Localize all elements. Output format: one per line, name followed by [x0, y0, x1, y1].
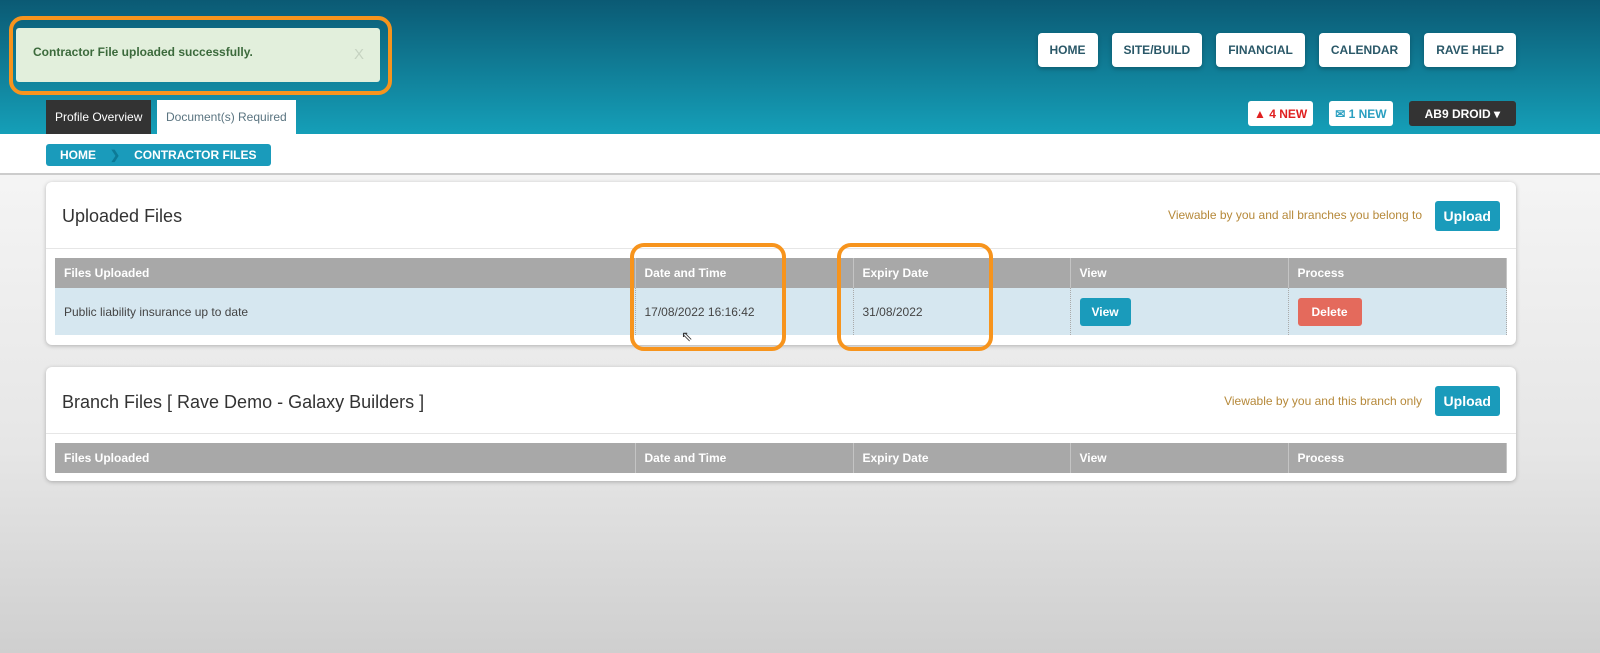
- alert-message: Contractor File uploaded successfully.: [33, 45, 253, 59]
- col-expiry: Expiry Date: [853, 258, 1071, 288]
- breadcrumb-bar: HOME ❯ CONTRACTOR FILES: [0, 134, 1600, 175]
- uploaded-files-card: Uploaded Files Viewable by you and all b…: [46, 182, 1516, 345]
- alerts-badge[interactable]: ▲ 4 NEW: [1247, 101, 1314, 126]
- branch-files-table: Files Uploaded Date and Time Expiry Date…: [55, 443, 1507, 473]
- table-row: Public liability insurance up to date 17…: [55, 288, 1507, 335]
- caret-down-icon: ▾: [1490, 107, 1500, 121]
- card-title: Uploaded Files: [62, 206, 183, 226]
- view-button[interactable]: View: [1079, 297, 1131, 326]
- user-menu[interactable]: AB9 DROID ▾: [1408, 101, 1516, 126]
- tab-documents-required[interactable]: Document(s) Required: [157, 100, 296, 134]
- main-nav: HOME SITE/BUILD FINANCIAL CALENDAR RAVE …: [1037, 33, 1516, 67]
- upload-button[interactable]: Upload: [1434, 201, 1500, 231]
- nav-home[interactable]: HOME: [1037, 33, 1098, 67]
- upload-button[interactable]: Upload: [1434, 386, 1500, 416]
- divider: [46, 433, 1516, 434]
- col-date: Date and Time: [635, 258, 854, 288]
- file-name: Public liability insurance up to date: [55, 288, 636, 335]
- breadcrumb-contractor-files[interactable]: CONTRACTOR FILES: [120, 148, 270, 162]
- col-files: Files Uploaded: [55, 258, 636, 288]
- col-process: Process: [1288, 443, 1507, 473]
- breadcrumb-home[interactable]: HOME: [46, 148, 110, 162]
- col-process: Process: [1288, 258, 1507, 288]
- chevron-right-icon: ❯: [110, 148, 121, 162]
- col-date: Date and Time: [635, 443, 854, 473]
- delete-button[interactable]: Delete: [1297, 297, 1362, 326]
- nav-financial[interactable]: FINANCIAL: [1216, 33, 1305, 67]
- uploaded-files-table: Files Uploaded Date and Time Expiry Date…: [55, 258, 1507, 335]
- warning-icon: ▲: [1253, 107, 1270, 121]
- success-alert: Contractor File uploaded successfully. X: [16, 28, 380, 82]
- card-title: Branch Files [ Rave Demo - Galaxy Builde…: [62, 392, 425, 412]
- visibility-note: Viewable by you and all branches you bel…: [1168, 208, 1422, 222]
- col-view: View: [1070, 443, 1289, 473]
- visibility-note: Viewable by you and this branch only: [1224, 394, 1422, 408]
- col-expiry: Expiry Date: [853, 443, 1071, 473]
- close-icon[interactable]: X: [354, 46, 364, 63]
- divider: [46, 248, 1516, 249]
- col-files: Files Uploaded: [55, 443, 636, 473]
- nav-site-build[interactable]: SITE/BUILD: [1111, 33, 1203, 67]
- col-view: View: [1070, 258, 1289, 288]
- upload-datetime: 17/08/2022 16:16:42: [635, 288, 854, 335]
- nav-calendar[interactable]: CALENDAR: [1318, 33, 1411, 67]
- mouse-cursor-icon: ⇖: [681, 328, 693, 344]
- nav-rave-help[interactable]: RAVE HELP: [1424, 33, 1516, 67]
- expiry-date: 31/08/2022: [853, 288, 1071, 335]
- envelope-icon: ✉: [1335, 107, 1349, 121]
- messages-badge[interactable]: ✉ 1 NEW: [1329, 101, 1393, 126]
- breadcrumb: HOME ❯ CONTRACTOR FILES: [46, 144, 271, 166]
- branch-files-card: Branch Files [ Rave Demo - Galaxy Builde…: [46, 367, 1516, 481]
- tab-profile-overview[interactable]: Profile Overview: [46, 100, 152, 134]
